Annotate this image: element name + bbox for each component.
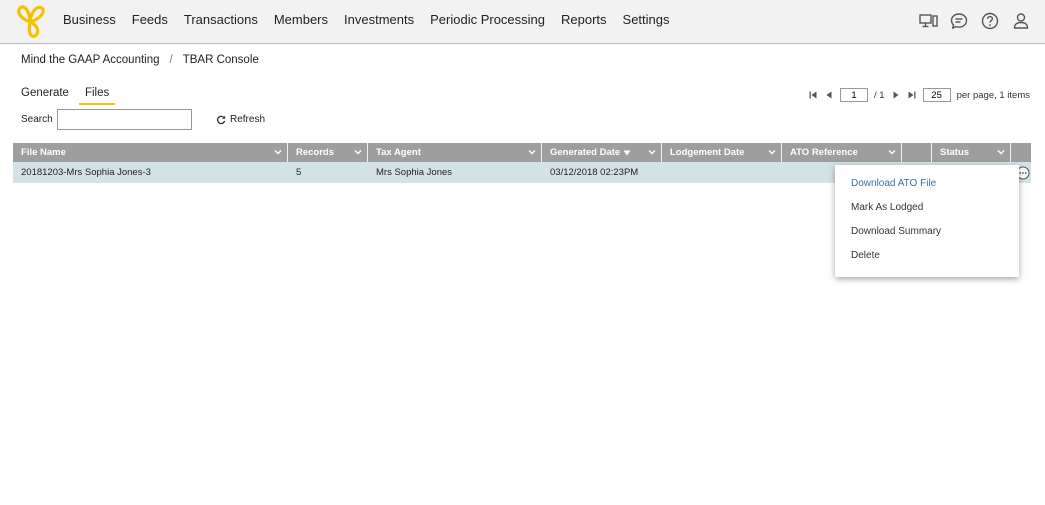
per-page-input[interactable] bbox=[922, 88, 951, 102]
cell-tax-agent: Mrs Sophia Jones bbox=[376, 167, 453, 178]
column-header-records[interactable]: Records bbox=[288, 143, 368, 162]
breadcrumb-current: TBAR Console bbox=[182, 54, 259, 66]
column-title: File Name bbox=[21, 147, 66, 158]
breadcrumb-parent[interactable]: Mind the GAAP Accounting bbox=[21, 54, 160, 66]
logo-icon[interactable] bbox=[12, 3, 48, 39]
search-input[interactable] bbox=[57, 109, 192, 130]
next-page-icon[interactable] bbox=[891, 89, 901, 101]
nav-periodic-processing[interactable]: Periodic Processing bbox=[430, 12, 545, 27]
column-title: Lodgement Date bbox=[670, 147, 745, 158]
chevron-down-icon[interactable] bbox=[767, 147, 777, 157]
menu-item-download-ato-file[interactable]: Download ATO File bbox=[835, 171, 1019, 195]
column-header-status[interactable]: Status bbox=[932, 143, 1011, 162]
refresh-label: Refresh bbox=[230, 114, 266, 125]
nav-business[interactable]: Business bbox=[63, 12, 116, 27]
cell-lodgement-date bbox=[662, 162, 782, 183]
tab-bar: Generate Files bbox=[15, 85, 119, 105]
column-header-file-name[interactable]: File Name bbox=[13, 143, 288, 162]
menu-item-mark-as-lodged[interactable]: Mark As Lodged bbox=[835, 195, 1019, 219]
main-nav: Business Feeds Transactions Members Inve… bbox=[63, 12, 670, 27]
column-header-blank bbox=[902, 143, 932, 162]
refresh-button[interactable]: Refresh bbox=[216, 114, 265, 125]
breadcrumb-separator: / bbox=[169, 54, 173, 66]
nav-members[interactable]: Members bbox=[274, 12, 328, 27]
breadcrumb: Mind the GAAP Accounting / TBAR Console bbox=[21, 54, 259, 66]
chevron-down-icon[interactable] bbox=[353, 147, 363, 157]
column-header-actions bbox=[1011, 143, 1031, 162]
column-header-ato-reference[interactable]: ATO Reference bbox=[782, 143, 902, 162]
nav-transactions[interactable]: Transactions bbox=[184, 12, 258, 27]
top-navigation-bar: Business Feeds Transactions Members Inve… bbox=[0, 0, 1045, 44]
tab-generate[interactable]: Generate bbox=[15, 85, 75, 105]
chevron-down-icon[interactable] bbox=[887, 147, 897, 157]
cell-generated-date: 03/12/2018 02:23PM bbox=[550, 167, 639, 178]
column-title: Generated Date bbox=[550, 147, 621, 158]
nav-feeds[interactable]: Feeds bbox=[132, 12, 168, 27]
pager: / 1 per page, 1 items bbox=[808, 88, 1030, 102]
cell-file-name: 20181203-Mrs Sophia Jones-3 bbox=[21, 167, 151, 178]
column-title: ATO Reference bbox=[790, 147, 858, 158]
column-header-lodgement-date[interactable]: Lodgement Date bbox=[662, 143, 782, 162]
chevron-down-icon[interactable] bbox=[273, 147, 283, 157]
cell-records: 5 bbox=[296, 167, 302, 178]
nav-investments[interactable]: Investments bbox=[344, 12, 414, 27]
column-title: Status bbox=[940, 147, 970, 158]
last-page-icon[interactable] bbox=[907, 89, 917, 101]
page-count: / 1 bbox=[874, 89, 885, 101]
menu-item-download-summary[interactable]: Download Summary bbox=[835, 219, 1019, 243]
monitor-icon[interactable] bbox=[918, 11, 938, 31]
chevron-down-icon[interactable] bbox=[647, 147, 657, 157]
chevron-down-icon[interactable] bbox=[996, 147, 1006, 157]
nav-reports[interactable]: Reports bbox=[561, 12, 607, 27]
search-label: Search bbox=[21, 114, 53, 125]
column-header-generated-date[interactable]: Generated Date bbox=[542, 143, 662, 162]
user-icon[interactable] bbox=[1011, 11, 1031, 31]
chevron-down-icon[interactable] bbox=[527, 147, 537, 157]
column-title: Records bbox=[296, 147, 335, 158]
page-number-input[interactable] bbox=[840, 88, 869, 102]
column-header-tax-agent[interactable]: Tax Agent bbox=[368, 143, 542, 162]
row-context-menu: Download ATO File Mark As Lodged Downloa… bbox=[835, 165, 1019, 277]
refresh-icon bbox=[216, 115, 226, 124]
per-page-label: per page, 1 items bbox=[956, 89, 1030, 101]
sort-descending-icon bbox=[623, 150, 631, 155]
tab-files[interactable]: Files bbox=[78, 85, 116, 105]
nav-settings[interactable]: Settings bbox=[623, 12, 670, 27]
grid-header: File Name Records Tax Agent Generated Da… bbox=[13, 143, 1031, 162]
top-icon-group bbox=[918, 11, 1031, 31]
first-page-icon[interactable] bbox=[808, 89, 818, 101]
column-title: Tax Agent bbox=[376, 147, 421, 158]
chat-icon[interactable] bbox=[949, 11, 969, 31]
help-icon[interactable] bbox=[980, 11, 1000, 31]
prev-page-icon[interactable] bbox=[824, 89, 834, 101]
menu-item-delete[interactable]: Delete bbox=[835, 243, 1019, 267]
